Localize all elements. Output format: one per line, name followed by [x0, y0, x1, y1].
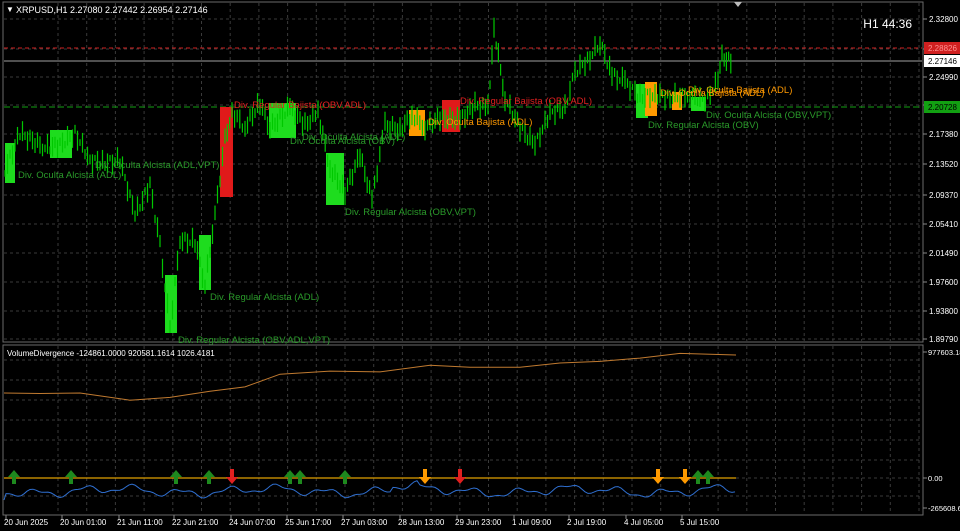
time-tick: 24 Jun 07:00	[229, 518, 276, 527]
divergence-label: Div. Oculta Alcista (ADL)	[18, 170, 121, 181]
divergence-zone	[50, 130, 72, 158]
menu-arrow-icon[interactable]: ▼	[6, 5, 14, 14]
time-tick: 27 Jun 03:00	[341, 518, 388, 527]
time-tick: 29 Jun 23:00	[455, 518, 502, 527]
divergence-label: Div. Regular Bajista (OBV,ADL)	[234, 100, 366, 111]
divergence-label: Div. Regular Alcista (OBV,VPT)	[345, 207, 476, 218]
indicator-title: VolumeDivergence -124861.0000 920581.161…	[7, 349, 215, 358]
price-tick: 2.17380	[929, 130, 958, 139]
price-tag: 2.27146	[924, 55, 960, 67]
time-tick: 4 Jul 05:00	[624, 518, 664, 527]
price-tick: 2.05410	[929, 220, 958, 229]
divergence-label: Div. Oculta Bajista (ADL)	[688, 85, 792, 96]
time-tick: 20 Jun 01:00	[60, 518, 107, 527]
price-tick: 2.09370	[929, 191, 958, 200]
bar-timer: H1 44:36	[863, 17, 912, 31]
indicator-tick: -265608.62	[928, 504, 960, 513]
divergence-zone	[5, 143, 15, 183]
svg-text:2.27146: 2.27146	[928, 57, 957, 66]
divergence-zone	[691, 97, 706, 111]
svg-text:2.20728: 2.20728	[928, 103, 957, 112]
divergence-label: Div. Oculta Bajista (ADL)	[428, 117, 532, 128]
time-tick: 1 Jul 09:00	[512, 518, 552, 527]
price-tick: 1.93800	[929, 307, 958, 316]
price-tag: 2.20728	[924, 101, 960, 113]
svg-text:2.28826: 2.28826	[928, 44, 957, 53]
divergence-label: Div. Regular Alcista (OBV,ADL,VPT)	[178, 335, 330, 346]
trading-terminal-chart[interactable]: Div. Oculta Alcista (ADL,VPT)Div. Oculta…	[0, 0, 960, 531]
price-tick: 2.24990	[929, 73, 958, 82]
time-tick: 5 Jul 15:00	[680, 518, 720, 527]
divergence-label: Div. Regular Alcista (OBV)	[648, 120, 759, 131]
time-tick: 20 Jun 2025	[4, 518, 49, 527]
price-tick: 2.32800	[929, 15, 958, 24]
divergence-label: Div. Regular Bajista (OBV,ADL)	[460, 96, 592, 107]
time-tick: 21 Jun 11:00	[117, 518, 163, 527]
time-tick: 25 Jun 17:00	[285, 518, 332, 527]
time-tick: 22 Jun 21:00	[172, 518, 219, 527]
indicator-tick: 977603.18	[928, 348, 960, 357]
price-tick: 1.89790	[929, 335, 958, 344]
divergence-label: Div. Oculta Alcista (OBV,VPT)	[706, 110, 831, 121]
time-tick: 2 Jul 19:00	[567, 518, 607, 527]
divergence-label: Div. Oculta Alcista (ADL)	[302, 132, 405, 143]
price-tick: 1.97600	[929, 278, 958, 287]
price-tick: 2.13520	[929, 160, 958, 169]
indicator-tick: 0.00	[928, 474, 943, 483]
chart-title: XRPUSD,H1 2.27080 2.27442 2.26954 2.2714…	[16, 5, 208, 15]
price-tag: 2.28826	[924, 42, 960, 54]
divergence-label: Div. Regular Alcista (ADL)	[210, 292, 319, 303]
price-tick: 2.01490	[929, 249, 958, 258]
time-tick: 28 Jun 13:00	[398, 518, 445, 527]
